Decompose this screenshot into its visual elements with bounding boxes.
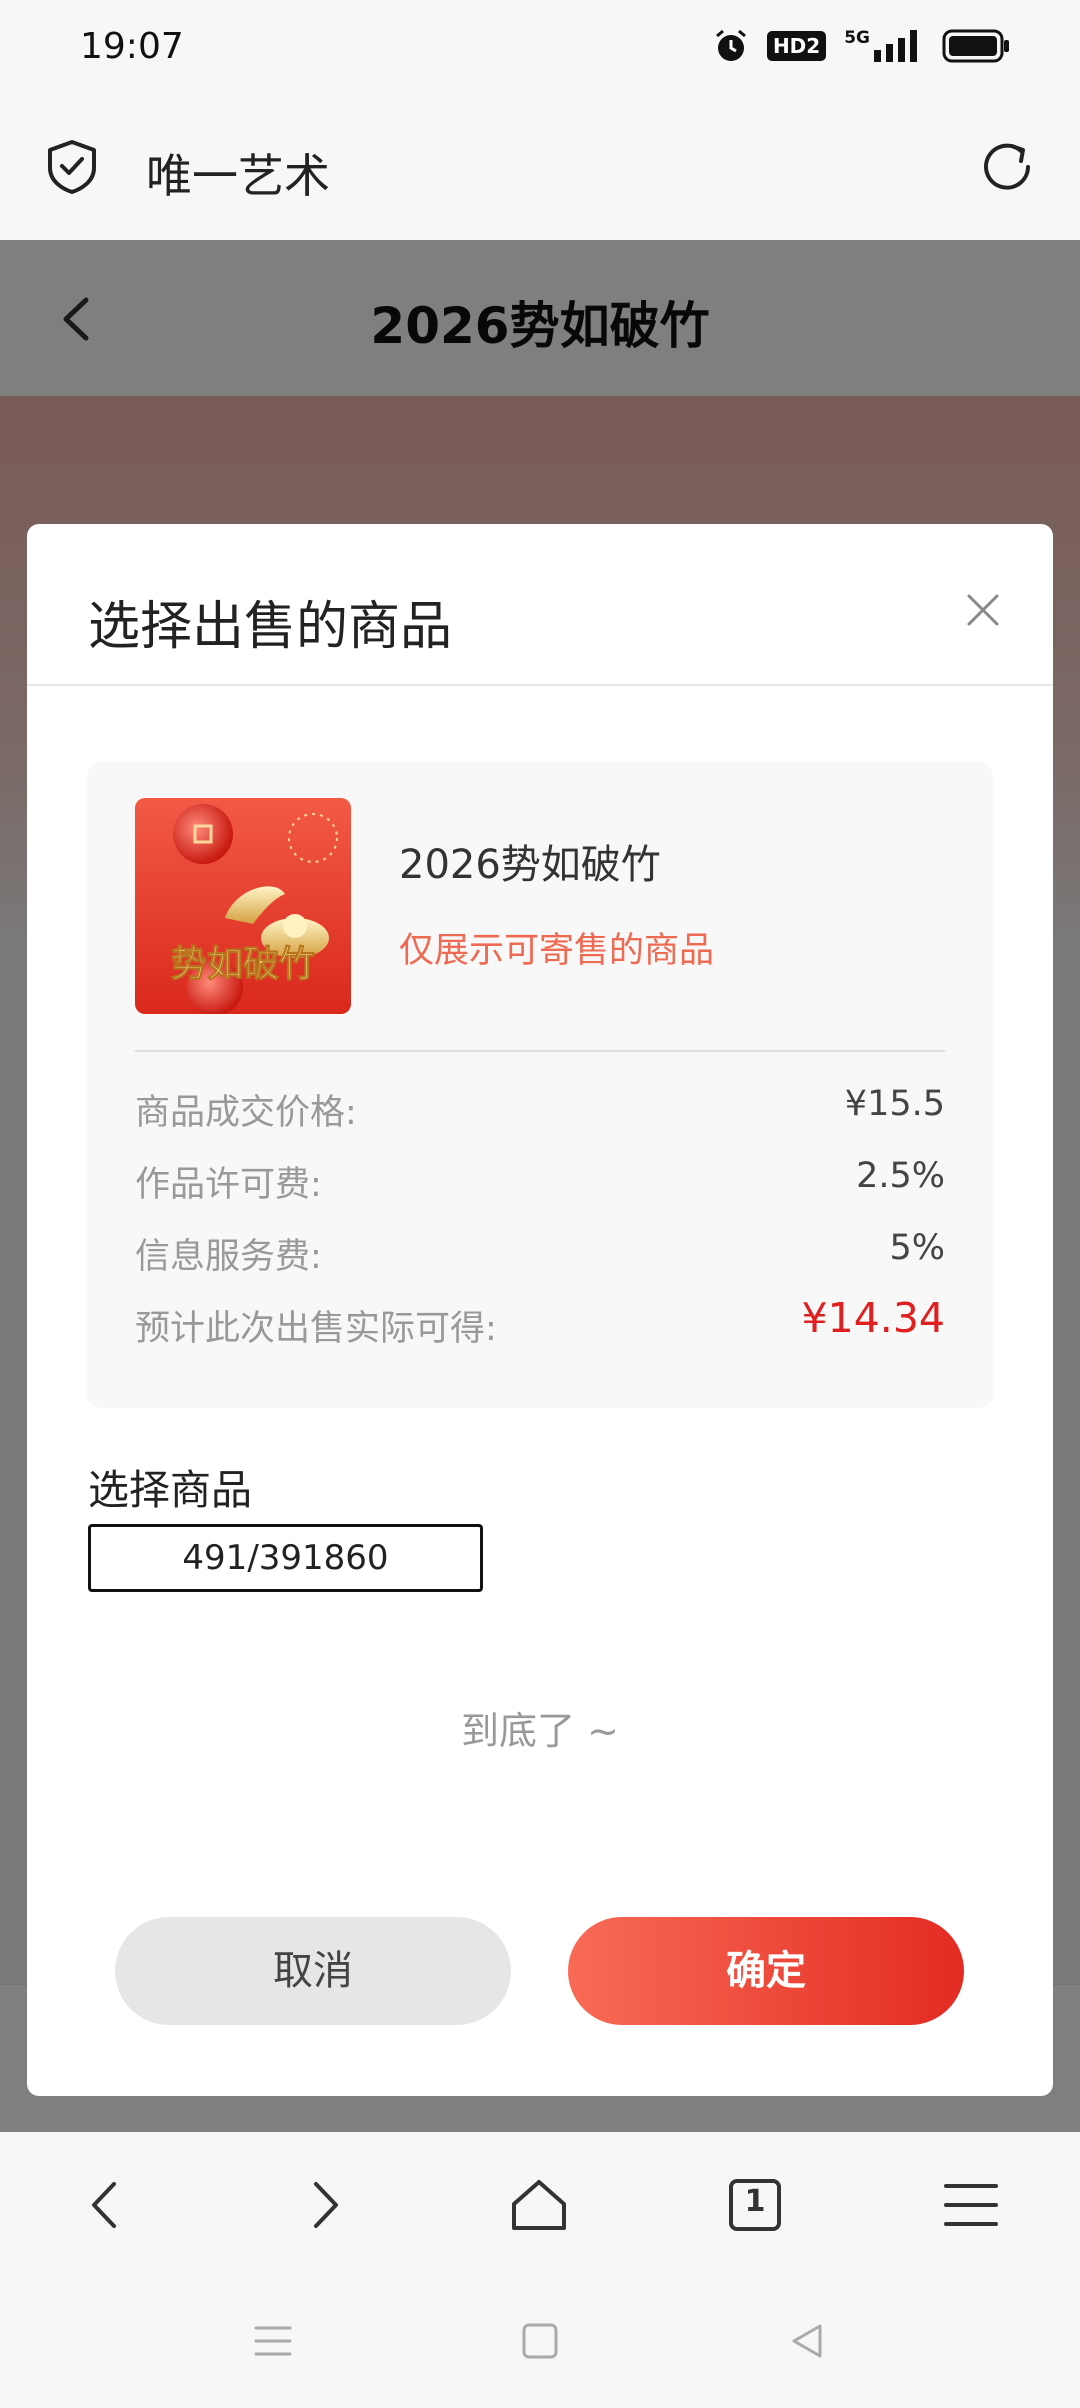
fee-label: 作品许可费: <box>135 1165 322 1205</box>
recents-icon[interactable] <box>250 2318 296 2364</box>
home-icon[interactable] <box>504 2170 574 2240</box>
hd-icon: HD2 <box>766 31 827 61</box>
dialog-header: 选择出售的商品 <box>27 524 1053 686</box>
5g-signal-icon: 5G <box>844 30 924 62</box>
select-title: 选择商品 <box>88 1466 252 1514</box>
system-nav-bar <box>0 2278 1080 2408</box>
fee-row-price: 商品成交价格: ¥15.5 <box>135 1084 945 1134</box>
reload-icon[interactable] <box>978 138 1036 196</box>
browser-nav-bar: 1 <box>0 2132 1080 2278</box>
tabs-icon[interactable]: 1 <box>720 2170 790 2240</box>
card-divider <box>135 1050 945 1052</box>
item-option[interactable]: 491/391860 <box>88 1524 483 1592</box>
sell-dialog: 选择出售的商品 势如破竹 2026势如破竹 仅展示可寄售的商品 商品成交价格: … <box>27 524 1053 2096</box>
fee-row-service: 信息服务费: 5% <box>135 1228 945 1278</box>
browser-toolbar: 唯一艺术 <box>0 98 1080 240</box>
back-icon[interactable] <box>72 2170 142 2240</box>
product-name: 2026势如破竹 <box>399 842 661 888</box>
tab-count: 1 <box>744 2184 766 2219</box>
status-time: 19:07 <box>80 26 184 67</box>
dialog-title: 选择出售的商品 <box>88 597 453 657</box>
fee-row-total: 预计此次出售实际可得: ¥14.34 <box>135 1294 945 1350</box>
fee-label: 商品成交价格: <box>135 1093 357 1133</box>
shield-check-icon[interactable] <box>44 138 100 194</box>
battery-icon <box>942 29 1009 63</box>
status-bar: 19:07 HD2 5G <box>0 0 1080 98</box>
close-icon[interactable] <box>963 590 1003 630</box>
forward-icon[interactable] <box>288 2170 358 2240</box>
fee-value: 2.5% <box>856 1156 945 1196</box>
total-amount: ¥14.34 <box>801 1294 945 1342</box>
confirm-button[interactable]: 确定 <box>568 1917 964 2025</box>
thumbnail-text: 势如破竹 <box>171 944 315 985</box>
product-info-card: 势如破竹 2026势如破竹 仅展示可寄售的商品 商品成交价格: ¥15.5 作品… <box>87 762 993 1408</box>
end-of-list-text: 到底了 ~ <box>461 1709 619 1753</box>
product-note: 仅展示可寄售的商品 <box>399 931 715 971</box>
network-label: 5G <box>844 28 870 48</box>
menu-icon[interactable] <box>936 2170 1006 2240</box>
status-icons: HD2 5G <box>713 28 1010 64</box>
cancel-button[interactable]: 取消 <box>115 1917 511 2025</box>
fee-label: 信息服务费: <box>135 1237 322 1277</box>
fee-value: ¥15.5 <box>844 1084 945 1124</box>
home-square-icon[interactable] <box>517 2318 563 2364</box>
fee-label: 预计此次出售实际可得: <box>135 1309 497 1349</box>
fee-row-license: 作品许可费: 2.5% <box>135 1156 945 1206</box>
fee-value: 5% <box>889 1228 945 1268</box>
product-thumbnail: 势如破竹 <box>135 798 351 1014</box>
alarm-icon <box>715 29 746 61</box>
back-triangle-icon[interactable] <box>784 2318 830 2364</box>
site-title[interactable]: 唯一艺术 <box>146 140 330 206</box>
